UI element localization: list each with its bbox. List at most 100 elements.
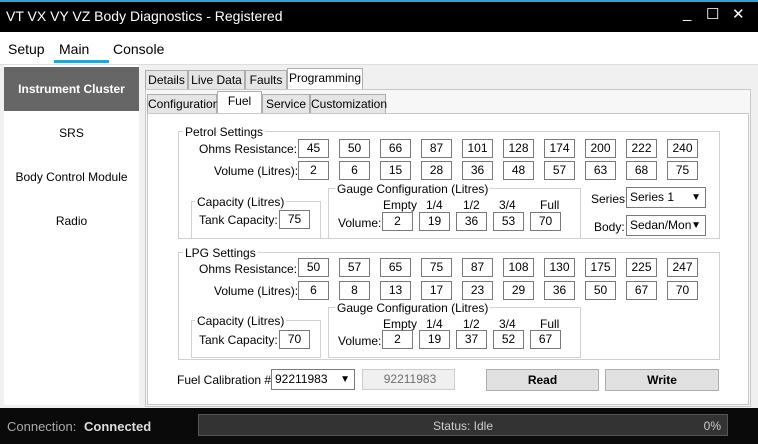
lpg-ohms-input[interactable]: 225 (626, 258, 657, 277)
progress-percent: 0% (703, 419, 721, 433)
petrol-volume-input[interactable]: 57 (544, 161, 575, 180)
lpg-volume-input[interactable]: 6 (298, 281, 329, 300)
lpg-volume-input[interactable]: 70 (667, 281, 698, 300)
lpg-ohms-input[interactable]: 130 (544, 258, 575, 277)
lpg-gauge-input[interactable]: 52 (493, 330, 524, 349)
petrol-gauge-header: Full (540, 198, 560, 212)
tab-details[interactable]: Details (145, 70, 188, 90)
tab-fuel[interactable]: Fuel (217, 91, 262, 114)
read-button[interactable]: Read (486, 369, 599, 391)
tab-configuration[interactable]: Configuration (147, 94, 219, 114)
series-select[interactable]: Series 1 ▼ (626, 187, 706, 208)
petrol-volume-input[interactable]: 2 (298, 161, 329, 180)
petrol-ohms-input[interactable]: 200 (585, 139, 616, 158)
lpg-ohms-label: Ohms Resistance: (199, 262, 298, 276)
petrol-ohms-label: Ohms Resistance: (199, 142, 298, 156)
lpg-volume-input[interactable]: 67 (626, 281, 657, 300)
petrol-volume-input[interactable]: 68 (626, 161, 657, 180)
petrol-gauge-header: Empty (383, 198, 418, 212)
petrol-ohms-input[interactable]: 240 (667, 139, 698, 158)
lpg-ohms-input[interactable]: 50 (298, 258, 329, 277)
petrol-gauge-input[interactable]: 53 (493, 212, 524, 231)
sidebar-item-instrument-cluster[interactable]: Instrument Cluster (4, 67, 139, 111)
petrol-gauge-title: Gauge Configuration (Litres) (335, 182, 491, 196)
lpg-volume-input[interactable]: 13 (380, 281, 411, 300)
menu-main[interactable]: Main (59, 41, 89, 57)
lpg-gauge-input[interactable]: 37 (456, 330, 487, 349)
petrol-gauge-input[interactable]: 2 (382, 212, 413, 231)
write-button[interactable]: Write (605, 369, 719, 391)
sidebar-item-radio[interactable]: Radio (4, 214, 139, 228)
lpg-gauge-input[interactable]: 19 (419, 330, 450, 349)
fuel-calibration-select[interactable]: 92211983 ▼ (271, 369, 355, 390)
petrol-ohms-input[interactable]: 45 (298, 139, 329, 158)
petrol-gauge-volume-label: Volume: (338, 216, 382, 230)
tab-faults[interactable]: Faults (245, 70, 287, 90)
connection-status: Connected (84, 419, 152, 434)
body-select[interactable]: Sedan/Mon ▼ (626, 215, 706, 236)
lpg-gauge-header: 3/4 (499, 317, 516, 331)
lpg-ohms-input[interactable]: 87 (462, 258, 493, 277)
petrol-gauge-header: 1/2 (463, 198, 480, 212)
petrol-ohms-input[interactable]: 222 (626, 139, 657, 158)
petrol-ohms-input[interactable]: 87 (421, 139, 452, 158)
petrol-ohms-input[interactable]: 101 (462, 139, 493, 158)
lpg-volume-input[interactable]: 36 (544, 281, 575, 300)
close-button[interactable]: ✕ (732, 5, 745, 23)
petrol-tank-label: Tank Capacity: (199, 213, 278, 227)
window-title: VT VX VY VZ Body Diagnostics - Registere… (6, 8, 283, 24)
petrol-volume-input[interactable]: 15 (380, 161, 411, 180)
tab-customization[interactable]: Customization (310, 94, 387, 114)
menu-bar: Setup Main Console (0, 32, 758, 65)
petrol-tank-input[interactable]: 75 (279, 210, 310, 229)
lpg-ohms-input[interactable]: 247 (667, 258, 698, 277)
lpg-gauge-input[interactable]: 2 (382, 330, 413, 349)
lpg-volume-label: Volume (Litres): (214, 284, 299, 298)
lpg-gauge-title: Gauge Configuration (Litres) (335, 301, 491, 315)
lpg-tank-label: Tank Capacity: (199, 333, 278, 347)
menu-console[interactable]: Console (113, 41, 164, 57)
petrol-gauge-input[interactable]: 36 (456, 212, 487, 231)
body-label: Body: (594, 220, 625, 234)
lpg-tank-input[interactable]: 70 (279, 330, 310, 349)
petrol-ohms-input[interactable]: 128 (503, 139, 534, 158)
petrol-ohms-input[interactable]: 66 (380, 139, 411, 158)
fuel-calibration-label: Fuel Calibration #: (177, 373, 275, 387)
lpg-volume-input[interactable]: 50 (585, 281, 616, 300)
petrol-volume-input[interactable]: 28 (421, 161, 452, 180)
lpg-volume-input[interactable]: 17 (421, 281, 452, 300)
lpg-ohms-input[interactable]: 65 (380, 258, 411, 277)
menu-setup[interactable]: Setup (8, 41, 45, 57)
lpg-ohms-input[interactable]: 175 (585, 258, 616, 277)
lpg-volume-input[interactable]: 29 (503, 281, 534, 300)
lpg-volume-input[interactable]: 8 (339, 281, 370, 300)
petrol-ohms-input[interactable]: 174 (544, 139, 575, 158)
sidebar-item-srs[interactable]: SRS (4, 126, 139, 140)
lpg-ohms-input[interactable]: 75 (421, 258, 452, 277)
chevron-down-icon: ▼ (691, 192, 701, 203)
tab-programming[interactable]: Programming (287, 68, 363, 91)
connection-label: Connection: (7, 419, 77, 434)
lpg-volume-input[interactable]: 23 (462, 281, 493, 300)
sidebar-item-body-control-module[interactable]: Body Control Module (4, 170, 139, 184)
minimize-button[interactable]: _ (683, 5, 691, 22)
petrol-gauge-input[interactable]: 19 (419, 212, 450, 231)
petrol-volume-input[interactable]: 75 (667, 161, 698, 180)
series-select-value: Series 1 (630, 190, 675, 204)
sidebar: Instrument Cluster SRS Body Control Modu… (4, 65, 139, 405)
lpg-ohms-input[interactable]: 57 (339, 258, 370, 277)
lpg-gauge-input[interactable]: 67 (530, 330, 561, 349)
petrol-volume-input[interactable]: 6 (339, 161, 370, 180)
petrol-volume-input[interactable]: 36 (462, 161, 493, 180)
lpg-ohms-input[interactable]: 108 (503, 258, 534, 277)
tab-live-data[interactable]: Live Data (188, 70, 245, 90)
tab-service[interactable]: Service (262, 94, 310, 114)
status-text: Status: Idle (432, 419, 494, 433)
petrol-volume-input[interactable]: 63 (585, 161, 616, 180)
maximize-button[interactable]: ☐ (706, 5, 719, 23)
menu-active-indicator (54, 60, 109, 63)
fuel-calibration-value: 92211983 (275, 372, 328, 386)
petrol-volume-input[interactable]: 48 (503, 161, 534, 180)
petrol-ohms-input[interactable]: 50 (339, 139, 370, 158)
petrol-gauge-input[interactable]: 70 (530, 212, 561, 231)
